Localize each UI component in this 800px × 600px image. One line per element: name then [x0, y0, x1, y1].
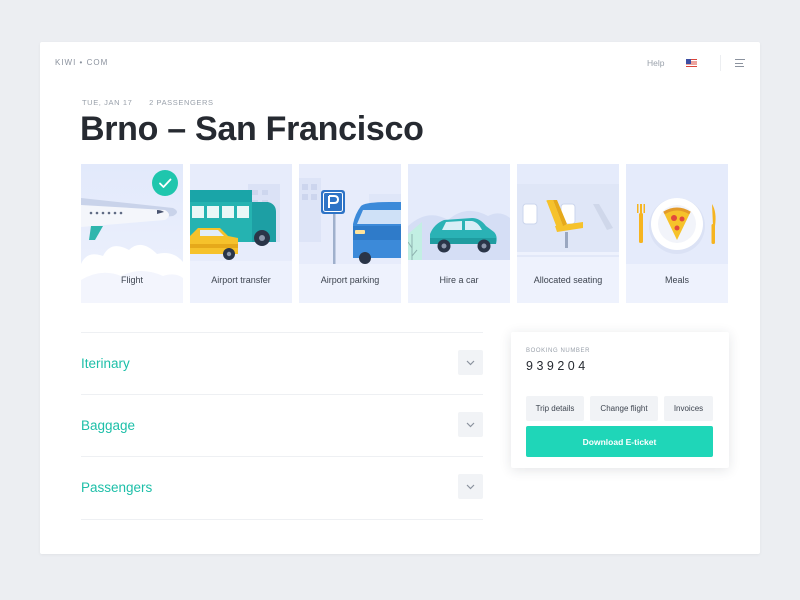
- service-tile-meals[interactable]: Meals: [626, 164, 728, 303]
- accordion-title: Baggage: [81, 418, 136, 433]
- accordion-title: Passengers: [81, 480, 153, 495]
- chevron-down-icon[interactable]: [458, 350, 483, 375]
- accordion-passengers[interactable]: Passengers: [81, 456, 483, 519]
- service-tile-label: Meals: [664, 275, 689, 285]
- header-divider: [720, 55, 721, 71]
- download-eticket-button[interactable]: Download E-ticket: [526, 426, 713, 457]
- accordion-iterinary[interactable]: Iterinary: [81, 332, 483, 395]
- service-tile-hire-a-car[interactable]: Hire a car: [408, 164, 510, 303]
- service-tile-airport-parking[interactable]: Airport parking: [299, 164, 401, 303]
- selected-check-icon: [152, 170, 178, 196]
- trip-meta: TUE, JAN 17 2 PASSENGERS: [82, 98, 228, 107]
- service-tile-label: Airport transfer: [211, 275, 271, 285]
- service-tile-airport-transfer[interactable]: Airport transfer: [190, 164, 292, 303]
- trip-passengers: 2 PASSENGERS: [149, 98, 214, 107]
- service-tile-label: Flight: [120, 275, 143, 285]
- booking-panel: BOOKING NUMBER 939204 Trip details Chang…: [511, 332, 729, 468]
- booking-card: KIWI • COM Help TUE, JAN 17 2 PASSENGERS…: [40, 42, 760, 554]
- accordion-baggage[interactable]: Baggage: [81, 394, 483, 457]
- service-tile-label: Allocated seating: [533, 275, 603, 285]
- trip-date: TUE, JAN 17: [82, 98, 133, 107]
- us-flag-icon[interactable]: [686, 59, 697, 67]
- help-link[interactable]: Help: [647, 58, 664, 68]
- service-tile-label: Hire a car: [439, 275, 479, 285]
- service-tile-flight[interactable]: Flight: [81, 164, 183, 303]
- accordion-bottom-divider: [81, 519, 483, 520]
- chevron-down-icon[interactable]: [458, 474, 483, 499]
- invoices-button[interactable]: Invoices: [664, 396, 713, 421]
- accordion-title: Iterinary: [81, 356, 130, 371]
- chevron-down-icon[interactable]: [458, 412, 483, 437]
- hamburger-menu-icon[interactable]: [735, 59, 745, 67]
- booking-number: 939204: [526, 359, 589, 373]
- logo[interactable]: KIWI • COM: [55, 58, 108, 67]
- booking-number-label: BOOKING NUMBER: [526, 348, 591, 354]
- page-title: Brno – San Francisco: [80, 110, 424, 148]
- service-tile-allocated-seating[interactable]: Allocated seating: [517, 164, 619, 303]
- trip-details-button[interactable]: Trip details: [526, 396, 584, 421]
- service-tiles: Flight Airport transfer Airport parking …: [81, 164, 729, 303]
- change-flight-button[interactable]: Change flight: [590, 396, 658, 421]
- service-tile-label: Airport parking: [320, 275, 380, 285]
